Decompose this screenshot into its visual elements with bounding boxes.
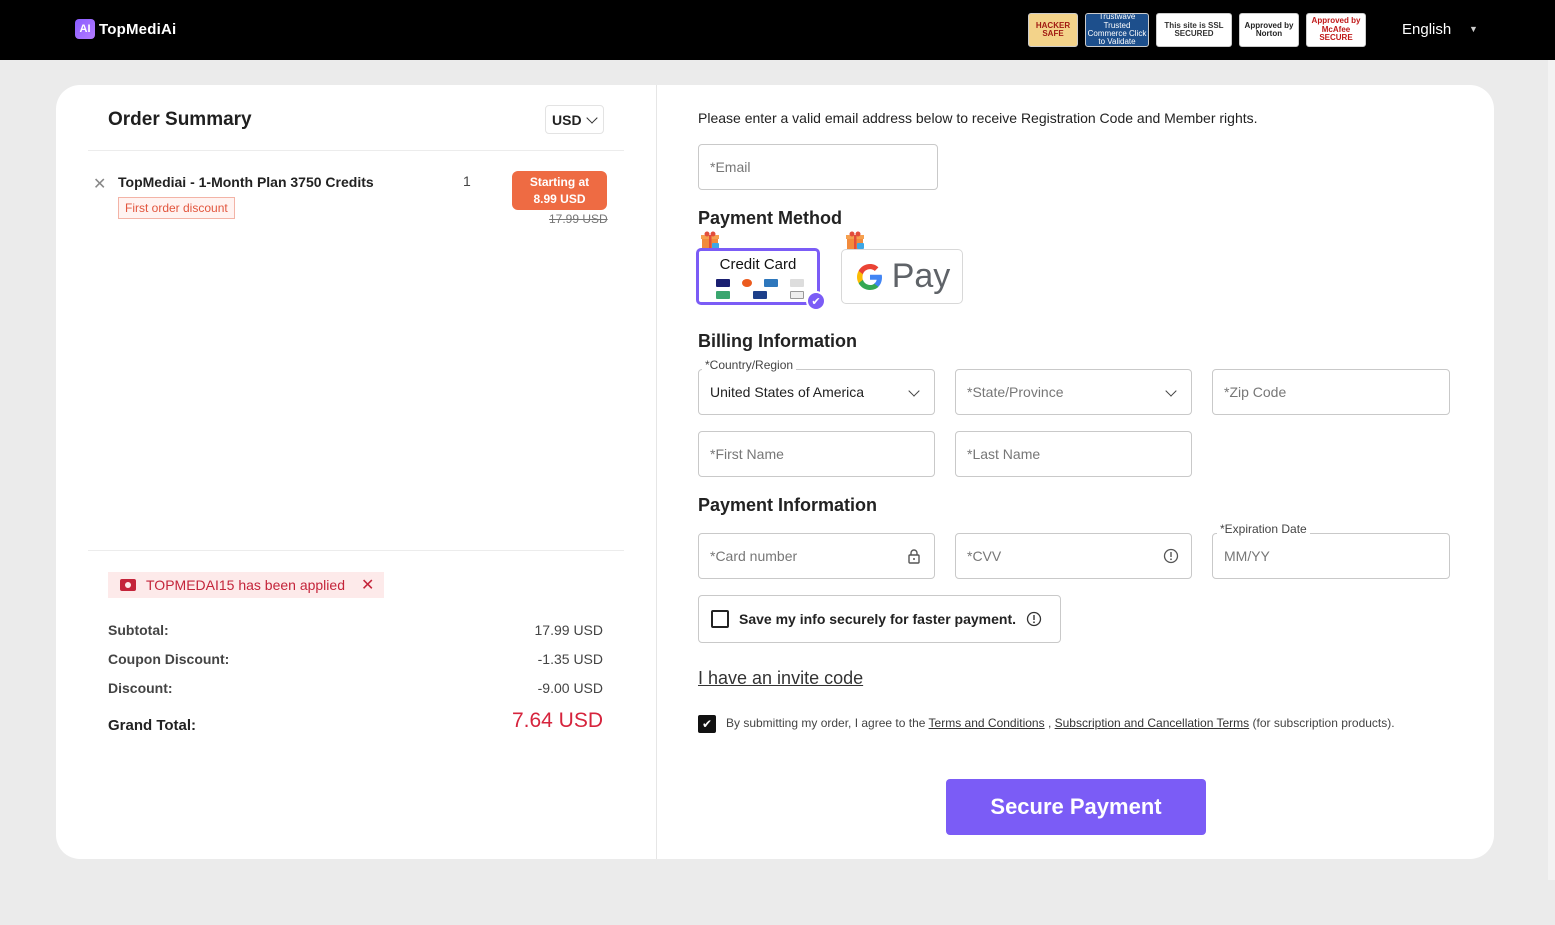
gift-icon: [701, 231, 719, 249]
coupon-ticket-icon: [120, 579, 136, 591]
selected-check-icon: ✔: [806, 291, 826, 311]
visa-icon: [716, 279, 730, 287]
order-summary-title: Order Summary: [108, 109, 252, 130]
payment-method-title: Payment Method: [698, 208, 843, 228]
expiration-date-label: *Expiration Date: [1217, 522, 1310, 536]
terms-link[interactable]: Terms and Conditions: [929, 716, 1045, 730]
coupon-discount-label: Coupon Discount:: [108, 651, 230, 667]
price-badge: Starting at 8.99 USD: [512, 171, 607, 210]
first-order-discount-tag: First order discount: [118, 197, 235, 219]
chevron-down-icon: [908, 385, 920, 397]
ssl-secured-badge[interactable]: This site is SSL SECURED: [1156, 13, 1232, 47]
country-value: United States of America: [710, 384, 865, 400]
subtotal-label: Subtotal:: [108, 622, 169, 638]
save-info-label: Save my info securely for faster payment…: [739, 611, 1016, 627]
agree-suffix: (for subscription products).: [1249, 716, 1395, 730]
logo-mark-icon: AI: [75, 19, 95, 39]
brand-logo[interactable]: AI TopMediAi: [75, 19, 176, 39]
subscription-terms-link[interactable]: Subscription and Cancellation Terms: [1055, 716, 1250, 730]
coupon-text: TOPMEDAI15 has been applied: [146, 577, 345, 593]
price-badge-line2: 8.99 USD: [533, 192, 586, 206]
price-badge-line1: Starting at: [529, 175, 590, 189]
credit-card-label: Credit Card: [719, 256, 797, 273]
agree-terms-checkbox[interactable]: ✔: [698, 715, 716, 733]
discount-label: Discount:: [108, 680, 173, 696]
state-placeholder: *State/Province: [967, 384, 1064, 400]
language-selector[interactable]: English: [1402, 21, 1451, 38]
first-name-field[interactable]: *First Name: [698, 431, 935, 477]
trustwave-badge[interactable]: Trustwave Trusted Commerce Click to Vali…: [1085, 13, 1149, 47]
credit-card-option[interactable]: Credit Card ✔: [696, 248, 826, 311]
subtotal-value: 17.99 USD: [534, 622, 603, 638]
state-select[interactable]: *State/Province: [955, 369, 1192, 415]
currency-value: USD: [552, 111, 582, 128]
currency-select[interactable]: USD: [545, 105, 604, 134]
generic-card-icon: [790, 291, 804, 299]
summary-divider-top: [88, 150, 624, 151]
grand-total-value: 7.64 USD: [511, 709, 603, 732]
hacker-safe-badge[interactable]: HACKER SAFE: [1028, 13, 1078, 47]
gift-icon: [846, 231, 864, 249]
google-pay-label: Pay: [891, 257, 951, 295]
info-icon[interactable]: [1026, 611, 1042, 627]
mcafee-badge[interactable]: Approved by McAfee SECURE: [1306, 13, 1366, 47]
card-number-placeholder: *Card number: [710, 548, 798, 564]
card-brand-icons-row1: [716, 279, 804, 287]
discount-value: -9.00 USD: [537, 680, 603, 696]
save-info-option[interactable]: Save my info securely for faster payment…: [698, 595, 1061, 643]
lock-icon: [908, 549, 920, 564]
google-pay-option[interactable]: Pay: [841, 249, 963, 304]
country-select[interactable]: United States of America: [698, 369, 935, 415]
card-number-field[interactable]: *Card number: [698, 533, 935, 579]
trust-badges: HACKER SAFE Trustwave Trusted Commerce C…: [1028, 13, 1366, 47]
agree-separator: ,: [1044, 716, 1055, 730]
top-bar: AI TopMediAi HACKER SAFE Trustwave Trust…: [0, 0, 1555, 60]
last-name-field[interactable]: *Last Name: [955, 431, 1192, 477]
agree-prefix: By submitting my order, I agree to the: [726, 716, 929, 730]
google-g-icon: [856, 263, 882, 290]
zip-code-field[interactable]: *Zip Code: [1212, 369, 1450, 415]
email-instructions: Please enter a valid email address below…: [698, 110, 1258, 126]
brand-name: TopMediAi: [99, 20, 177, 38]
cvv-field[interactable]: *CVV: [955, 533, 1192, 579]
chevron-down-icon: [1165, 385, 1177, 397]
remove-coupon-icon[interactable]: ✕: [361, 575, 374, 595]
discover-icon: [790, 279, 804, 287]
payment-information-title: Payment Information: [698, 495, 878, 515]
caret-down-icon[interactable]: ▼: [1469, 24, 1478, 34]
cvv-placeholder: *CVV: [967, 548, 1002, 564]
chevron-down-icon: [585, 111, 598, 124]
billing-information-title: Billing Information: [698, 331, 857, 351]
summary-divider-bottom: [88, 550, 624, 551]
coupon-discount-value: -1.35 USD: [537, 651, 603, 667]
remove-item-icon[interactable]: ✕: [93, 174, 106, 194]
agree-terms-text: By submitting my order, I agree to the T…: [726, 715, 1416, 732]
invite-code-link[interactable]: I have an invite code: [698, 668, 863, 689]
jcb-icon: [753, 291, 767, 299]
secure-payment-button[interactable]: Secure Payment: [946, 779, 1206, 835]
item-quantity: 1: [463, 173, 471, 189]
info-icon[interactable]: [1163, 548, 1179, 564]
country-label: *Country/Region: [702, 358, 797, 372]
norton-badge[interactable]: Approved by Norton: [1239, 13, 1299, 47]
coupon-applied-banner: TOPMEDAI15 has been applied ✕: [108, 572, 384, 598]
grand-total-label: Grand Total:: [108, 717, 197, 734]
cartes-bancaires-icon: [716, 291, 730, 299]
original-price: 17.99 USD: [549, 212, 608, 226]
item-name: TopMediai - 1-Month Plan 3750 Credits: [118, 174, 374, 190]
save-info-checkbox[interactable]: [711, 610, 729, 628]
email-field[interactable]: *Email: [698, 144, 938, 190]
mastercard-icon: [742, 279, 752, 287]
scrollbar[interactable]: [1548, 60, 1555, 880]
panel-divider: [656, 85, 657, 859]
card-brand-icons-row2: [716, 291, 804, 299]
expiration-date-field[interactable]: MM/YY: [1212, 533, 1450, 579]
amex-icon: [764, 279, 778, 287]
